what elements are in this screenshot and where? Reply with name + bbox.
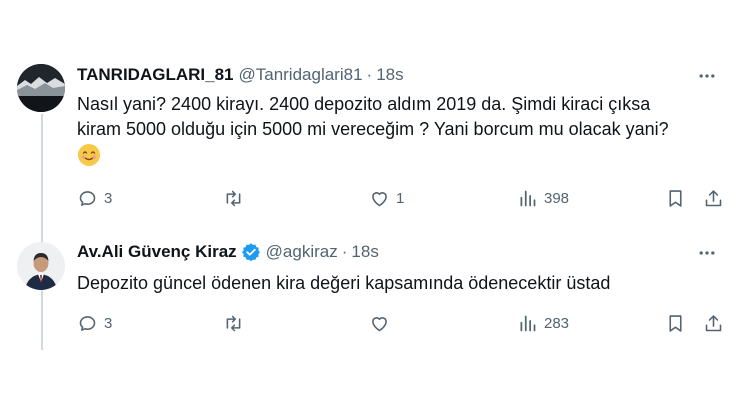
timestamp[interactable]: 18s xyxy=(376,65,403,85)
thread-connector-line xyxy=(41,114,43,350)
more-icon[interactable] xyxy=(696,242,718,264)
avatar[interactable] xyxy=(17,64,65,112)
avatar[interactable] xyxy=(17,242,65,290)
reply-count: 3 xyxy=(104,189,113,207)
tweet-header: Av.Ali Güvenç Kiraz @agkiraz · 18s xyxy=(77,240,379,264)
separator-dot: · xyxy=(341,242,348,261)
retweet-button[interactable] xyxy=(223,185,250,211)
avatar-image xyxy=(17,242,65,290)
share-icon xyxy=(705,189,722,206)
display-name[interactable]: TANRIDAGLARI_81 xyxy=(77,65,233,85)
reply-count: 3 xyxy=(104,314,113,332)
display-name[interactable]: Av.Ali Güvenç Kiraz xyxy=(77,242,237,262)
views-icon xyxy=(520,315,536,331)
verified-badge-icon xyxy=(241,242,261,262)
user-handle[interactable]: @Tanridaglari81 xyxy=(238,65,362,85)
user-handle[interactable]: @agkiraz xyxy=(266,242,338,262)
more-icon[interactable] xyxy=(696,65,718,87)
views-button[interactable]: 398 xyxy=(517,185,569,211)
views-count: 283 xyxy=(544,314,570,332)
bookmark-button[interactable] xyxy=(665,185,686,211)
tweet-text: Nasıl yani? 2400 kirayı. 2400 depozito a… xyxy=(77,92,717,167)
share-button[interactable] xyxy=(703,310,724,336)
bookmark-icon xyxy=(669,189,682,207)
reply-icon xyxy=(79,315,96,331)
retweet-icon xyxy=(226,190,241,206)
retweet-button[interactable] xyxy=(223,310,250,336)
share-button[interactable] xyxy=(703,185,724,211)
tweet-header: TANRIDAGLARI_81 @Tanridaglari81 · 18s xyxy=(77,63,404,87)
like-icon xyxy=(372,191,387,206)
like-button[interactable]: 1 xyxy=(369,185,404,211)
tweet-actions: 3 283 xyxy=(77,310,727,336)
like-count: 1 xyxy=(396,189,405,207)
separator-dot: · xyxy=(366,65,373,84)
avatar-image xyxy=(17,64,65,112)
reply-button[interactable]: 3 xyxy=(77,310,112,336)
like-button[interactable] xyxy=(369,310,396,336)
tweet-text-content: Nasıl yani? 2400 kirayı. 2400 depozito a… xyxy=(77,94,669,139)
reply-icon xyxy=(79,190,96,206)
like-icon xyxy=(372,316,387,331)
tweet-text: Depozito güncel ödenen kira değeri kapsa… xyxy=(77,273,611,293)
bookmark-button[interactable] xyxy=(665,310,686,336)
conversation-thread: TANRIDAGLARI_81 @Tanridaglari81 · 18s Na… xyxy=(0,0,730,420)
reply-button[interactable]: 3 xyxy=(77,185,112,211)
bookmark-icon xyxy=(669,314,682,332)
views-button[interactable]: 283 xyxy=(517,310,569,336)
tweet-actions: 3 1 398 xyxy=(77,185,727,211)
retweet-icon xyxy=(226,315,241,331)
views-count: 398 xyxy=(544,189,570,207)
views-icon xyxy=(520,190,536,206)
timestamp[interactable]: 18s xyxy=(351,242,378,262)
smiling-face-emoji xyxy=(77,143,101,167)
share-icon xyxy=(705,314,722,331)
